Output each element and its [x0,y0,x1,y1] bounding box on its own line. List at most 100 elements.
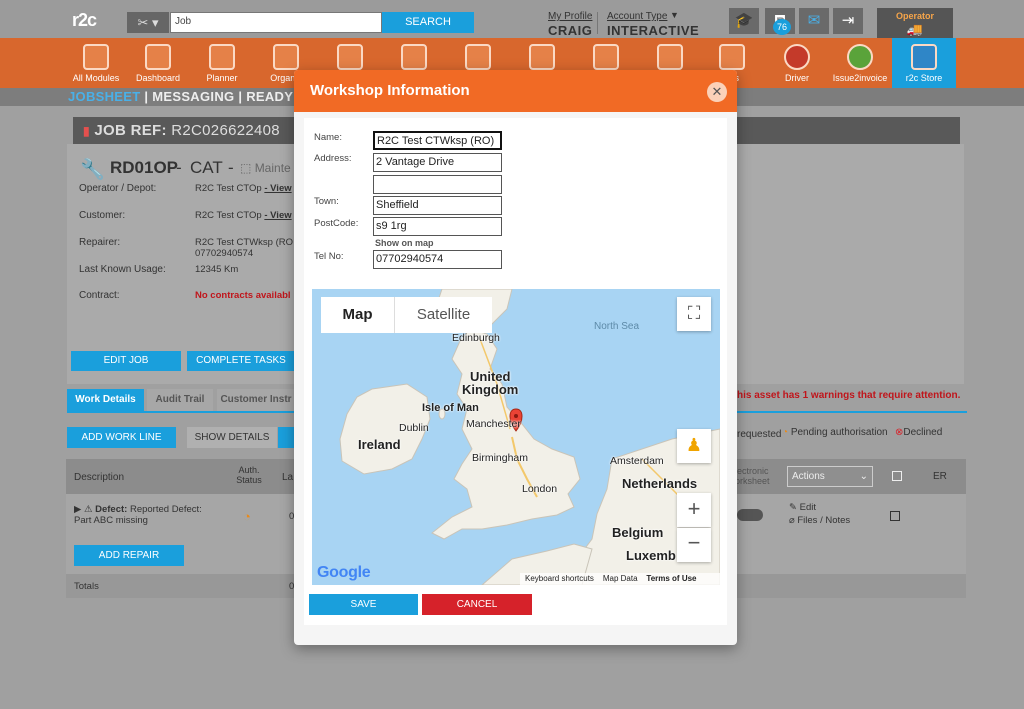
dialog-title: Workshop Information [310,82,470,99]
module-dashboard[interactable]: Dashboard [126,38,190,88]
add-repair-button[interactable]: ADD REPAIR [74,545,184,566]
r2c-logo[interactable]: r2c [72,10,122,30]
legend-declined: ⊗Declined [895,427,943,438]
warning-message: his asset has 1 warnings that require at… [737,390,961,401]
my-profile-link[interactable]: My Profile [548,11,592,22]
name-label: Name: [314,132,342,143]
street-view-pegman-icon[interactable]: ♟ [677,429,711,463]
account-type-value: INTERACTIVE [607,23,700,38]
search-input[interactable]: Job [170,12,382,33]
archive-icon [719,44,745,70]
vehicle-category: CAT [190,158,223,177]
actions-select[interactable]: Actions ⌄ [787,466,873,487]
module-planner[interactable]: Planner [190,38,254,88]
postcode-label: PostCode: [314,218,359,229]
col-auth-status: Auth. Status [236,465,262,485]
module-label: r2c Store [905,73,943,83]
save-button[interactable]: SAVE [309,594,418,615]
toggle-button[interactable] [278,427,294,448]
search-button[interactable]: SEARCH [382,12,474,33]
files-notes-link[interactable]: ⌀ Files / Notes [789,515,850,526]
building-icon [273,44,299,70]
worksheet-toggle[interactable] [737,509,763,521]
fullscreen-icon[interactable]: ⛶ [677,297,711,331]
module-label: All Modules [72,73,120,83]
map-label-birmingham: Birmingham [472,452,529,464]
address-line1-field[interactable]: 2 Vantage Drive [373,153,502,172]
map-label-kingdom: Kingdom [462,382,519,397]
show-details-button[interactable]: SHOW DETAILS [187,427,277,448]
address-line2-field[interactable] [373,175,502,194]
operator-view-link[interactable]: - View [264,183,291,194]
clock-icon: ◔ [782,427,789,438]
zoom-in-icon[interactable]: + [677,493,711,527]
account-type-link[interactable]: Account Type [607,11,667,22]
tab-customer-instructions[interactable]: Customer Instr [217,389,295,411]
tel-field[interactable]: 07702940574 [373,250,502,269]
tab-audit-trail[interactable]: Audit Trail [147,389,213,411]
show-on-map-link[interactable]: Show on map [375,238,434,248]
name-field[interactable]: R2C Test CTWksp (RO) [373,131,502,150]
module-issue2invoice[interactable]: Issue2invoice [828,38,892,88]
customer-label: Customer: [79,210,126,221]
logout-icon[interactable]: ⇥ [833,8,863,34]
map-type-satellite-button[interactable]: Satellite [394,297,492,333]
close-icon[interactable]: ✕ [707,82,727,102]
cancel-button[interactable]: CANCEL [422,594,532,615]
terms-of-use-link[interactable]: Terms of Use [646,574,696,583]
module-r2c-store[interactable]: r2c Store [892,38,956,88]
select-all-checkbox[interactable] [892,471,902,481]
map-label-manchester: Manchester [466,418,521,430]
mail-icon[interactable]: ✉ [799,8,829,34]
map-label-isle-of-man: Isle of Man [422,402,479,414]
col-description: Description [74,472,125,483]
subnav-messaging[interactable]: MESSAGING [152,89,234,104]
town-label: Town: [314,196,339,207]
keyboard-shortcuts-link[interactable]: Keyboard shortcuts [525,574,594,583]
graduation-cap-icon[interactable]: 🎓 [729,8,759,34]
complete-tasks-button[interactable]: COMPLETE TASKS [187,351,295,371]
calendar-icon [209,44,235,70]
subnav-jobsheet[interactable]: JOBSHEET [68,89,140,104]
pencil-icon: ✎ [789,502,797,513]
defect-description: ▶ ⚠ Defect: Reported Defect: Part ABC mi… [74,504,202,526]
postcode-field[interactable]: s9 1rg [373,217,502,236]
module-all-modules[interactable]: All Modules [64,38,128,88]
pdf-icon[interactable]: ▮ [83,124,90,138]
tools-menu-button[interactable]: ✂ ▾ [127,12,169,33]
add-work-line-button[interactable]: ADD WORK LINE [67,427,176,448]
pending-clock-icon: ◔ [243,509,251,524]
usage-label: Last Known Usage: [79,264,166,275]
map-type-map-button[interactable]: Map [321,297,394,333]
zoom-out-icon[interactable]: − [677,528,711,562]
map-data-link[interactable]: Map Data [603,574,638,583]
address-label: Address: [314,153,352,164]
gauge-icon [145,44,171,70]
chart-icon [657,44,683,70]
chevron-down-icon[interactable]: ▼ [670,10,679,20]
truck-icon [401,44,427,70]
module-driver[interactable]: Driver [765,38,829,88]
edit-job-button[interactable]: EDIT JOB [71,351,181,371]
job-ref-value: R2C026622408 [171,122,280,139]
google-map[interactable]: North Sea Edinburgh United Kingdom Isle … [312,289,720,585]
module-label: Issue2invoice [832,73,888,83]
wrench-icon: 🔧 [80,159,105,181]
subnav-sep: | [238,89,243,104]
map-label-london: London [522,483,558,495]
contract-value: No contracts availabl [195,290,291,301]
customer-view-link[interactable]: - View [264,210,291,221]
subnav-ready[interactable]: READY [246,89,293,104]
edit-link[interactable]: ✎ Edit [789,502,816,513]
operator-badge: Operator 🚚 [877,8,953,38]
town-field[interactable]: Sheffield [373,196,502,215]
truck-icon: 🚚 [906,22,924,37]
clipboard-icon [529,44,555,70]
google-logo: Google [317,564,371,581]
operator-label: Operator / Depot: [79,183,157,194]
maintenance-label: ⬚ Mainte [240,161,291,175]
tab-work-details[interactable]: Work Details [67,389,144,411]
expand-icon[interactable]: ▶ [74,504,81,515]
subnav-sep: | [144,89,149,104]
row-checkbox[interactable] [890,511,900,521]
